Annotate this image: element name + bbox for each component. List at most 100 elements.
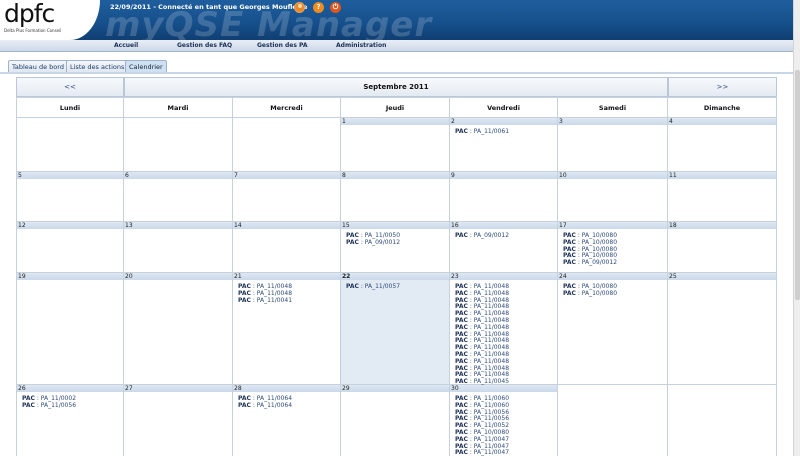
calendar-event-link[interactable]: PAC : PA_09/0012 [455,232,557,240]
day-number: 3 [558,118,667,125]
calendar-event-link[interactable]: PAC : PA_11/0041 [238,297,340,305]
day-number: 19 [17,273,123,280]
calendar-day-24[interactable]: 24 PAC : PA_10/0080 PAC : PA_10/0080 [558,273,668,385]
calendar-week: 1 2 PAC : PA_11/0061 3 4 [16,118,777,172]
user-icon[interactable] [294,2,305,13]
day-events: PAC : PA_11/0048 PAC : PA_11/0048 PAC : PA… [450,280,557,386]
calendar-day-7[interactable]: 7 [233,172,341,222]
event-code: : PA_11/0064 [250,401,293,409]
day-number: 1 [341,118,449,125]
event-prefix: PAC [22,401,35,409]
calendar-event-link[interactable]: PAC : PA_11/0047 [455,449,557,456]
calendar-event-link[interactable]: PAC : PA_09/0012 [563,259,667,267]
calendar-day-4[interactable]: 4 [668,118,777,172]
app-header: dpfc Delta Plus Formation Conseil myQSE … [0,0,800,40]
tab-action-list[interactable]: Liste des actions [66,60,129,72]
calendar-day-1[interactable]: 1 [341,118,450,172]
calendar-day-11[interactable]: 11 [668,172,777,222]
help-icon[interactable]: ? [313,2,324,13]
prev-month-button[interactable]: << [16,77,124,97]
calendar-day-14[interactable]: 14 [233,222,341,273]
tab-divider [0,72,793,74]
day-number: 18 [668,222,776,229]
day-number: 16 [450,222,557,229]
calendar-day-20[interactable]: 20 [124,273,233,385]
calendar-day-25[interactable]: 25 [668,273,777,385]
event-prefix: PAC [455,449,468,456]
menu-item-administration[interactable]: Administration [336,42,386,49]
day-events: PAC : PA_09/0012 [450,229,557,240]
day-events: PAC : PA_11/0057 [341,280,449,291]
event-code: : PA_11/0057 [358,283,401,290]
calendar-day-13[interactable]: 13 [124,222,233,273]
event-code: : PA_11/0056 [34,401,77,409]
calendar-week: 26 PAC : PA_11/0002 PAC : PA_11/0056 27 28 PA… [16,385,777,456]
calendar-day-3[interactable]: 3 [558,118,668,172]
scrollbar-thumb[interactable] [795,70,800,300]
next-month-button[interactable]: >> [668,77,777,97]
day-events: PAC : PA_11/0048 PAC : PA_11/0048 PAC : PA… [233,280,340,304]
day-events: PAC : PA_11/0064 PAC : PA_11/0064 [233,392,340,410]
calendar-event-link[interactable]: PAC : PA_09/0012 [346,238,449,247]
calendar-day-17[interactable]: 17 PAC : PA_10/0080 PAC : PA_10/0080 PAC : … [558,222,668,273]
calendar-day-15[interactable]: 15 PAC : PA_11/0050 PAC : PA_09/0012 [341,222,450,273]
day-number: 22 [341,273,449,280]
power-icon[interactable]: ⏻ [330,2,341,13]
calendar-week: 19 20 21 PAC : PA_11/0048 PAC : PA_11/0048 PA… [16,273,777,385]
calendar-day-28[interactable]: 28 PAC : PA_11/0064 PAC : PA_11/0064 [233,385,341,456]
calendar-day-6[interactable]: 6 [124,172,233,222]
day-number: 29 [341,385,449,392]
calendar-event-link[interactable]: PAC : PA_11/0056 [22,401,123,410]
event-code: : PA_09/0012 [358,238,401,246]
dow-header-mercredi: Mercredi [233,97,341,118]
day-number: 24 [558,273,667,280]
calendar-day-26[interactable]: 26 PAC : PA_11/0002 PAC : PA_11/0056 [16,385,124,456]
calendar-day-30[interactable]: 30 PAC : PA_11/0060 PAC : PA_11/0060 PAC : … [450,385,558,456]
tab-dashboard[interactable]: Tableau de bord [8,60,68,72]
day-number: 26 [17,385,123,392]
calendar-day-2[interactable]: 2 PAC : PA_11/0061 [450,118,558,172]
calendar-day-9[interactable]: 9 [450,172,558,222]
calendar-day-19[interactable]: 19 [16,273,124,385]
event-prefix: PAC [563,259,576,267]
logo[interactable]: dpfc Delta Plus Formation Conseil [0,0,100,40]
day-number: 9 [450,172,557,179]
logo-subtitle: Delta Plus Formation Conseil [4,28,62,33]
event-prefix: PAC [455,232,468,239]
days-of-week-header: Lundi Mardi Mercredi Jeudi Vendredi Samedi Dim… [16,97,777,118]
day-number: 15 [341,222,449,229]
calendar-day-5[interactable]: 5 [16,172,124,222]
event-code: : PA_09/0012 [575,259,618,267]
calendar-day-23[interactable]: 23 PAC : PA_11/0048 PAC : PA_11/0048 PAC : … [450,273,558,385]
calendar-day-29[interactable]: 29 [341,385,450,456]
menu-item-faq[interactable]: Gestion des FAQ [177,42,232,49]
calendar-day-18[interactable]: 18 [668,222,777,273]
day-number: 2 [450,118,557,125]
day-events: PAC : PA_11/0060 PAC : PA_11/0060 PAC : PA… [450,392,557,456]
calendar-event-link[interactable]: PAC : PA_11/0061 [455,128,557,136]
calendar-day-empty [16,118,124,172]
calendar-day-12[interactable]: 12 [16,222,124,273]
tab-bar: Tableau de bord Liste des actions Calend… [0,60,800,72]
vertical-scrollbar[interactable] [793,0,800,456]
day-number: 5 [17,172,123,179]
day-number: 14 [233,222,340,229]
tab-calendar[interactable]: Calendrier [125,60,167,72]
calendar-day-22[interactable]: 22 PAC : PA_11/0057 [341,273,450,385]
menu-item-accueil[interactable]: Accueil [114,42,138,49]
calendar-day-10[interactable]: 10 [558,172,668,222]
calendar-event-link[interactable]: PAC : PA_11/0057 [346,283,449,291]
calendar-event-link[interactable]: PAC : PA_10/0080 [563,290,667,298]
calendar-day-8[interactable]: 8 [341,172,450,222]
event-prefix: PAC [346,238,359,246]
calendar-event-link[interactable]: PAC : PA_11/0064 [238,401,340,410]
menu-item-pa[interactable]: Gestion des PA [257,42,308,49]
dow-header-jeudi: Jeudi [341,97,450,118]
event-code: : PA_09/0012 [467,232,510,239]
calendar-day-16[interactable]: 16 PAC : PA_09/0012 [450,222,558,273]
dow-header-vendredi: Vendredi [450,97,558,118]
calendar-day-27[interactable]: 27 [124,385,233,456]
app-watermark: myQSE Manager [105,5,433,40]
calendar-day-21[interactable]: 21 PAC : PA_11/0048 PAC : PA_11/0048 PAC : … [233,273,341,385]
main-menu: Accueil Gestion des FAQ Gestion des PA A… [0,40,800,52]
